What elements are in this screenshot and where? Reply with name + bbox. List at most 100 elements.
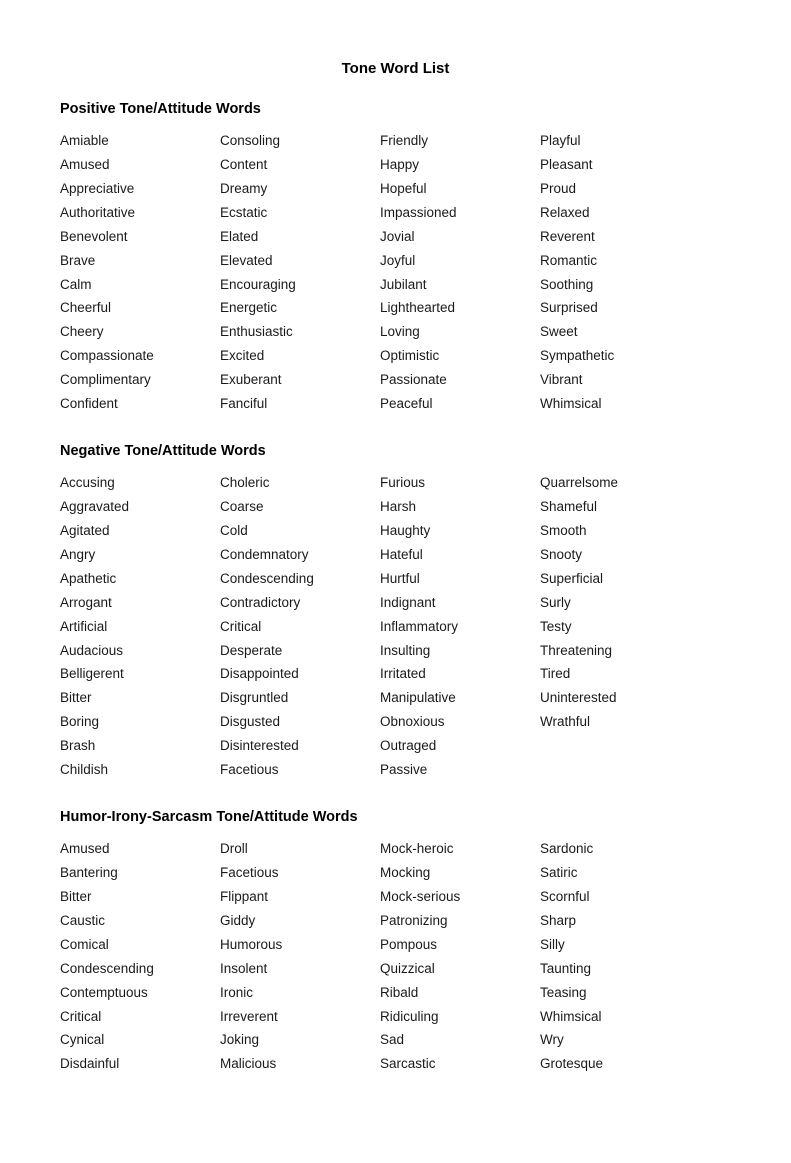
word-cell: Obnoxious (380, 712, 540, 733)
word-cell: Cheery (60, 322, 220, 343)
word-cell: Appreciative (60, 179, 220, 200)
word-cell: Coarse (220, 497, 380, 518)
word-cell: Tired (540, 664, 700, 685)
word-cell: Joyful (380, 251, 540, 272)
word-cell: Romantic (540, 251, 700, 272)
word-cell: Malicious (220, 1054, 380, 1075)
word-cell: Elevated (220, 251, 380, 272)
word-cell: Snooty (540, 545, 700, 566)
word-cell: Disappointed (220, 664, 380, 685)
word-cell: Angry (60, 545, 220, 566)
word-cell: Disinterested (220, 736, 380, 757)
word-cell: Amused (60, 155, 220, 176)
word-cell: Surprised (540, 298, 700, 319)
word-cell: Choleric (220, 473, 380, 494)
word-cell: Impassioned (380, 203, 540, 224)
word-cell: Disdainful (60, 1054, 220, 1075)
word-cell: Complimentary (60, 370, 220, 391)
word-cell: Arrogant (60, 593, 220, 614)
word-cell: Sarcastic (380, 1054, 540, 1075)
word-cell: Smooth (540, 521, 700, 542)
word-cell: Sweet (540, 322, 700, 343)
word-cell: Insolent (220, 959, 380, 980)
section-humor: Humor-Irony-Sarcasm Tone/Attitude WordsA… (60, 809, 731, 1075)
word-cell: Outraged (380, 736, 540, 757)
word-cell: Hurtful (380, 569, 540, 590)
word-cell: Disgusted (220, 712, 380, 733)
word-cell: Whimsical (540, 394, 700, 415)
word-cell: Haughty (380, 521, 540, 542)
word-cell: Brash (60, 736, 220, 757)
word-cell: Insulting (380, 641, 540, 662)
word-cell: Bitter (60, 887, 220, 908)
word-cell: Jovial (380, 227, 540, 248)
section-heading-humor: Humor-Irony-Sarcasm Tone/Attitude Words (60, 809, 731, 825)
word-cell: Agitated (60, 521, 220, 542)
word-cell: Belligerent (60, 664, 220, 685)
word-cell: Sad (380, 1030, 540, 1051)
section-positive: Positive Tone/Attitude Words AmiableConso… (60, 101, 731, 415)
word-cell: Shameful (540, 497, 700, 518)
word-cell: Inflammatory (380, 617, 540, 638)
word-cell: Vibrant (540, 370, 700, 391)
word-cell: Superficial (540, 569, 700, 590)
word-cell: Benevolent (60, 227, 220, 248)
word-cell: Happy (380, 155, 540, 176)
word-cell: Humorous (220, 935, 380, 956)
word-cell: Mock-heroic (380, 839, 540, 860)
word-cell: Disgruntled (220, 688, 380, 709)
word-cell: Satiric (540, 863, 700, 884)
word-cell: Pompous (380, 935, 540, 956)
word-cell: Ironic (220, 983, 380, 1004)
word-cell: Enthusiastic (220, 322, 380, 343)
word-cell: Dreamy (220, 179, 380, 200)
word-cell: Elated (220, 227, 380, 248)
word-cell: Sardonic (540, 839, 700, 860)
word-cell: Fanciful (220, 394, 380, 415)
word-cell: Ridiculing (380, 1007, 540, 1028)
word-cell: Aggravated (60, 497, 220, 518)
word-cell: Bitter (60, 688, 220, 709)
word-cell: Quizzical (380, 959, 540, 980)
word-cell: Silly (540, 935, 700, 956)
word-cell: Testy (540, 617, 700, 638)
word-cell: Playful (540, 131, 700, 152)
word-cell: Bantering (60, 863, 220, 884)
word-cell: Irritated (380, 664, 540, 685)
word-cell: Apathetic (60, 569, 220, 590)
word-cell: Confident (60, 394, 220, 415)
word-cell: Excited (220, 346, 380, 367)
word-cell: Passionate (380, 370, 540, 391)
word-cell: Condescending (220, 569, 380, 590)
word-cell: Indignant (380, 593, 540, 614)
word-cell: Teasing (540, 983, 700, 1004)
word-cell: Giddy (220, 911, 380, 932)
word-cell (540, 760, 700, 781)
word-cell: Whimsical (540, 1007, 700, 1028)
word-cell: Quarrelsome (540, 473, 700, 494)
word-cell: Content (220, 155, 380, 176)
section-heading-positive: Positive Tone/Attitude Words (60, 101, 731, 117)
word-cell: Energetic (220, 298, 380, 319)
word-cell: Uninterested (540, 688, 700, 709)
word-cell: Optimistic (380, 346, 540, 367)
word-cell: Soothing (540, 275, 700, 296)
word-cell: Facetious (220, 760, 380, 781)
word-grid-positive: AmiableConsolingFriendlyPlayfulAmusedCon… (60, 131, 731, 415)
word-cell: Audacious (60, 641, 220, 662)
word-cell: Mock-serious (380, 887, 540, 908)
word-cell: Ribald (380, 983, 540, 1004)
word-cell: Proud (540, 179, 700, 200)
word-cell: Reverent (540, 227, 700, 248)
word-cell: Grotesque (540, 1054, 700, 1075)
word-cell: Pleasant (540, 155, 700, 176)
word-cell: Consoling (220, 131, 380, 152)
word-cell: Amiable (60, 131, 220, 152)
word-cell: Droll (220, 839, 380, 860)
word-cell: Furious (380, 473, 540, 494)
word-cell: Ecstatic (220, 203, 380, 224)
word-cell: Harsh (380, 497, 540, 518)
section-heading-negative: Negative Tone/Attitude Words (60, 443, 731, 459)
word-cell: Peaceful (380, 394, 540, 415)
word-cell: Loving (380, 322, 540, 343)
